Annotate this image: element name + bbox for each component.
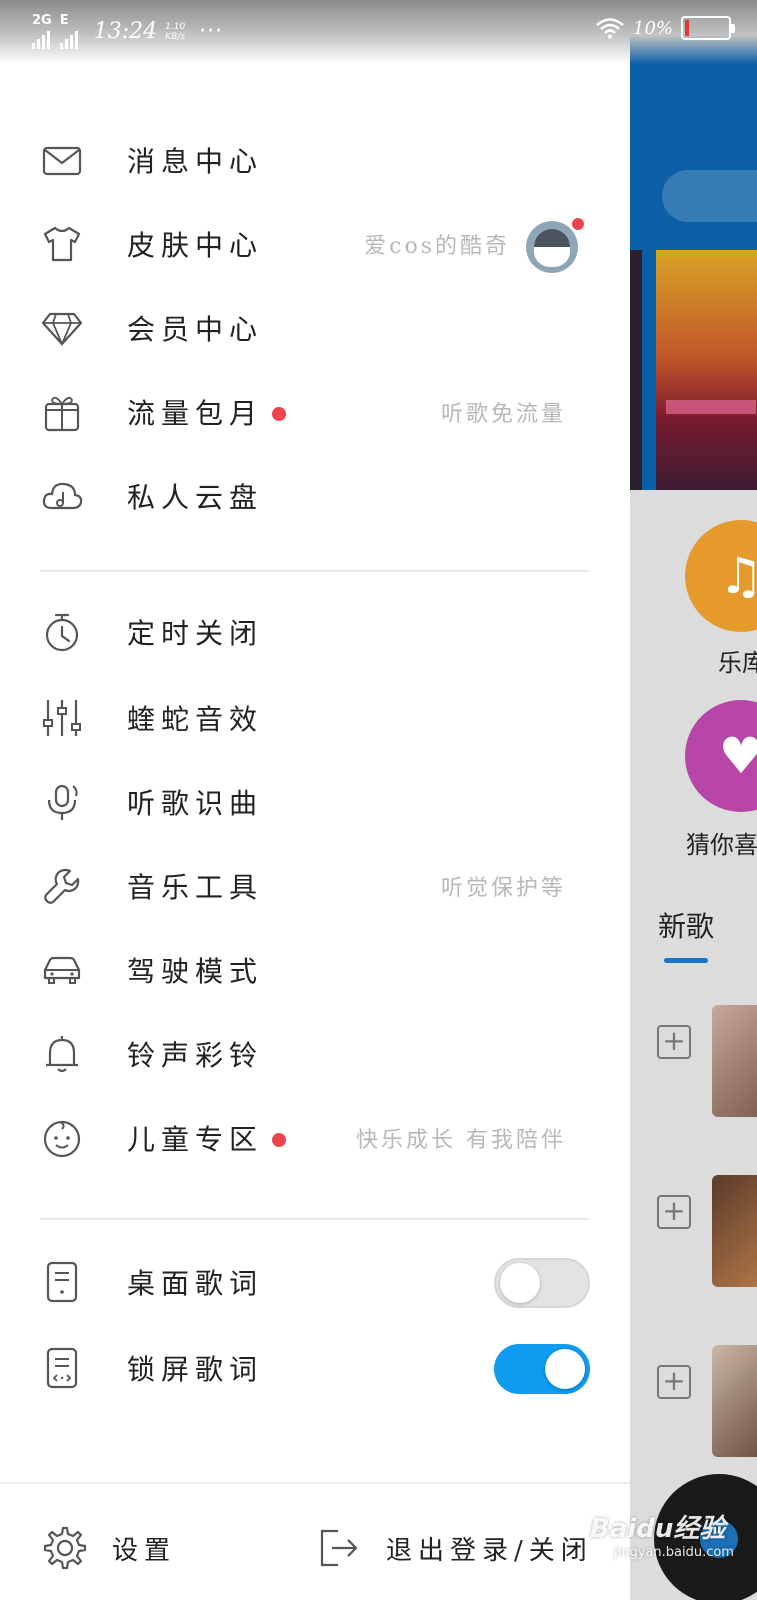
menu-item-vip-center[interactable]: 会员中心	[0, 286, 630, 370]
add-song-button: +	[657, 1025, 691, 1059]
menu-item-cloud-disk[interactable]: 私人云盘	[0, 454, 630, 538]
menu-item-sleep-timer[interactable]: 定时关闭	[0, 590, 630, 674]
song-thumbnail	[712, 1005, 757, 1117]
logout-label: 退出登录/关闭	[386, 1535, 593, 1566]
menu-label: 皮肤中心	[127, 229, 264, 262]
battery-percent: 10%	[633, 17, 674, 39]
toggle-knob	[500, 1263, 540, 1303]
add-song-button: +	[657, 1365, 691, 1399]
wifi-icon	[596, 18, 624, 39]
menu-subtext: 快乐成长 有我陪伴	[356, 1128, 566, 1153]
status-right: 10%	[595, 16, 736, 40]
network-type: 2G	[32, 13, 52, 28]
skin-avatar[interactable]	[526, 221, 578, 273]
clock: 13:24	[93, 19, 158, 44]
desktop-lyrics-icon	[40, 1260, 84, 1304]
notification-dot	[570, 216, 586, 232]
cloud-music-icon	[40, 474, 84, 518]
menu-label: 音乐工具	[127, 871, 264, 904]
speed-unit: KB/s	[165, 31, 186, 42]
toggle-knob	[545, 1349, 585, 1389]
menu-item-ringtones[interactable]: 铃声彩铃	[0, 1012, 630, 1096]
background-banner	[656, 250, 757, 490]
settings-label: 设置	[112, 1535, 177, 1566]
gift-icon	[40, 390, 84, 434]
menu-item-driving-mode[interactable]: 驾驶模式	[0, 928, 630, 1012]
logout-button[interactable]: 退出登录/关闭	[316, 1524, 593, 1572]
background-banner-left	[630, 250, 642, 490]
skin-name: 爱cos的酷奇	[364, 234, 510, 259]
menu-label: 流量包月	[127, 397, 264, 430]
signal-icon	[59, 27, 78, 49]
speed-value: 1.10	[165, 21, 186, 32]
desktop-lyrics-toggle[interactable]	[494, 1258, 590, 1308]
baidu-watermark: Baidu经验 jingyan.baidu.com	[590, 1508, 734, 1560]
music-library-label: 乐库	[718, 649, 757, 677]
notification-dot	[272, 407, 286, 421]
side-drawer: 消息中心 皮肤中心 爱cos的酷奇 会员中心 流量包月 听歌免流量 私人云盘 定…	[0, 0, 630, 1600]
background-app: ♫ 乐库 ♥ 猜你喜 新歌 + + +	[630, 0, 757, 1600]
menu-label: 锁屏歌词	[127, 1353, 264, 1386]
gear-icon	[43, 1526, 87, 1570]
menu-label: 消息中心	[127, 145, 264, 178]
signal-icon	[32, 27, 52, 49]
more-dots-icon: ···	[199, 19, 224, 44]
status-left: 2G E 13:24 1.10 KB/s ···	[32, 14, 223, 49]
menu-label: 会员中心	[127, 313, 264, 346]
drawer-bottom-bar: 设置 退出登录/关闭	[0, 1482, 630, 1600]
mic-recognize-icon	[40, 780, 84, 824]
menu-label: 铃声彩铃	[127, 1039, 264, 1072]
watermark-sub: jingyan.baidu.com	[614, 1545, 734, 1560]
mail-icon	[40, 138, 84, 182]
notification-dot	[272, 1133, 286, 1147]
menu-label: 儿童专区	[127, 1123, 264, 1156]
menu-item-kids-zone[interactable]: 儿童专区 快乐成长 有我陪伴	[0, 1096, 630, 1180]
lockscreen-lyrics-toggle[interactable]	[494, 1344, 590, 1394]
background-search-bar	[662, 170, 757, 222]
settings-button[interactable]: 设置	[42, 1524, 176, 1572]
song-thumbnail	[712, 1175, 757, 1287]
menu-label: 定时关闭	[127, 617, 264, 650]
wrench-icon	[40, 864, 84, 908]
logout-icon	[320, 1529, 358, 1567]
diamond-icon	[40, 306, 84, 350]
guess-you-like-label: 猜你喜	[686, 831, 757, 859]
menu-label: 驾驶模式	[127, 955, 264, 988]
menu-subtext: 听觉保护等	[440, 876, 566, 901]
battery-icon	[681, 16, 736, 40]
watermark-main: Baidu经验	[590, 1514, 726, 1544]
tshirt-icon	[40, 222, 84, 266]
lockscreen-lyrics-icon	[40, 1346, 84, 1390]
signal-group-2: E	[59, 13, 78, 49]
bell-icon	[40, 1032, 84, 1076]
divider	[40, 570, 590, 572]
menu-item-music-tools[interactable]: 音乐工具 听觉保护等	[0, 844, 630, 928]
menu-label: 私人云盘	[127, 481, 264, 514]
car-icon	[40, 948, 84, 992]
menu-label: 听歌识曲	[127, 787, 264, 820]
menu-subtext: 听歌免流量	[440, 402, 566, 427]
signal-group-1: 2G	[32, 14, 52, 49]
song-thumbnail	[712, 1345, 757, 1457]
equalizer-icon	[40, 696, 84, 740]
menu-label: 桌面歌词	[127, 1267, 264, 1300]
timer-icon	[40, 610, 84, 654]
network-speed: 1.10 KB/s	[165, 22, 185, 42]
menu-item-song-recognition[interactable]: 听歌识曲	[0, 760, 630, 844]
tab-indicator	[664, 958, 708, 963]
menu-item-sound-effect[interactable]: 蝰蛇音效	[0, 676, 630, 760]
menu-item-message-center[interactable]: 消息中心	[0, 118, 630, 202]
status-bar: 2G E 13:24 1.10 KB/s ··· 10%	[0, 0, 757, 64]
menu-label: 蝰蛇音效	[127, 703, 264, 736]
new-songs-tab: 新歌	[658, 910, 715, 943]
divider	[40, 1218, 590, 1220]
baby-icon	[40, 1116, 84, 1160]
menu-item-data-plan[interactable]: 流量包月 听歌免流量	[0, 370, 630, 454]
add-song-button: +	[657, 1195, 691, 1229]
network-type-secondary: E	[59, 13, 69, 28]
